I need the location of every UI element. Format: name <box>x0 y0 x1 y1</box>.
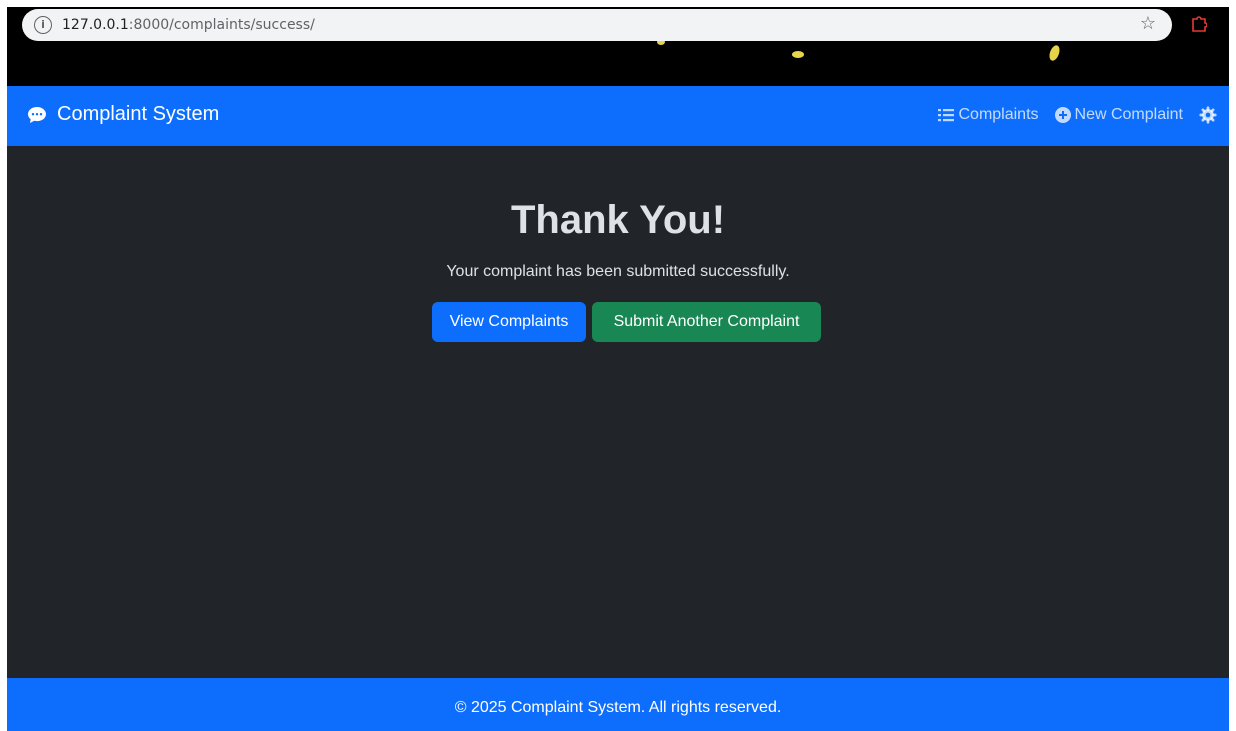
url-text[interactable]: 127.0.0.1:8000/complaints/success/ <box>62 17 315 33</box>
nav-link-label: Complaints <box>958 106 1039 123</box>
bookmark-star-icon[interactable]: ☆ <box>1140 13 1156 34</box>
background-decoration <box>792 51 804 58</box>
plus-circle-icon <box>1054 107 1071 123</box>
navbar: Complaint System Complaints New Complain… <box>7 86 1229 146</box>
footer: © 2025 Complaint System. All rights rese… <box>7 678 1229 731</box>
browser-chrome: i 127.0.0.1:8000/complaints/success/ ☆ <box>7 7 1229 86</box>
brand-label: Complaint System <box>57 103 220 125</box>
success-message: Your complaint has been submitted succes… <box>446 263 790 280</box>
view-complaints-button[interactable]: View Complaints <box>432 302 586 342</box>
nav-link-new-complaint[interactable]: New Complaint <box>1054 106 1183 124</box>
list-icon <box>938 109 955 122</box>
submit-another-complaint-button[interactable]: Submit Another Complaint <box>592 302 821 342</box>
action-buttons: View Complaints Submit Another Complaint <box>432 302 821 342</box>
nav-links: Complaints New Complaint <box>938 106 1217 124</box>
url-host: 127.0.0.1 <box>62 17 129 33</box>
nav-link-complaints[interactable]: Complaints <box>938 106 1039 124</box>
extension-puzzle-icon[interactable] <box>1191 15 1207 33</box>
browser-window: i 127.0.0.1:8000/complaints/success/ ☆ C… <box>7 7 1229 731</box>
page-title: Thank You! <box>510 198 726 242</box>
chat-bubble-icon <box>28 106 46 123</box>
gear-icon[interactable] <box>1199 106 1217 124</box>
main-content: Thank You! Your complaint has been submi… <box>7 146 1229 678</box>
background-decoration <box>1047 43 1062 63</box>
site-info-icon[interactable]: i <box>34 16 52 34</box>
footer-text: © 2025 Complaint System. All rights rese… <box>454 699 782 716</box>
address-bar[interactable]: i 127.0.0.1:8000/complaints/success/ ☆ <box>22 9 1172 41</box>
url-path: :8000/complaints/success/ <box>128 17 315 33</box>
navbar-brand[interactable]: Complaint System <box>27 103 219 126</box>
nav-link-label: New Complaint <box>1074 106 1183 123</box>
